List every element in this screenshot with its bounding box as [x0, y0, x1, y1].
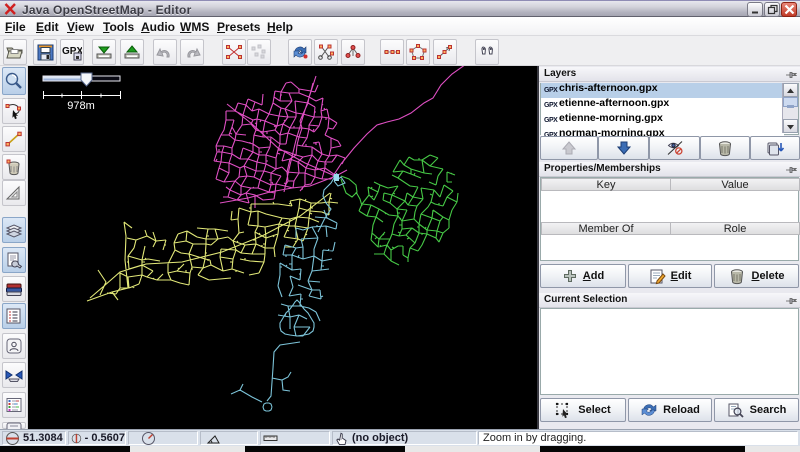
svg-text:978m: 978m — [67, 100, 95, 112]
